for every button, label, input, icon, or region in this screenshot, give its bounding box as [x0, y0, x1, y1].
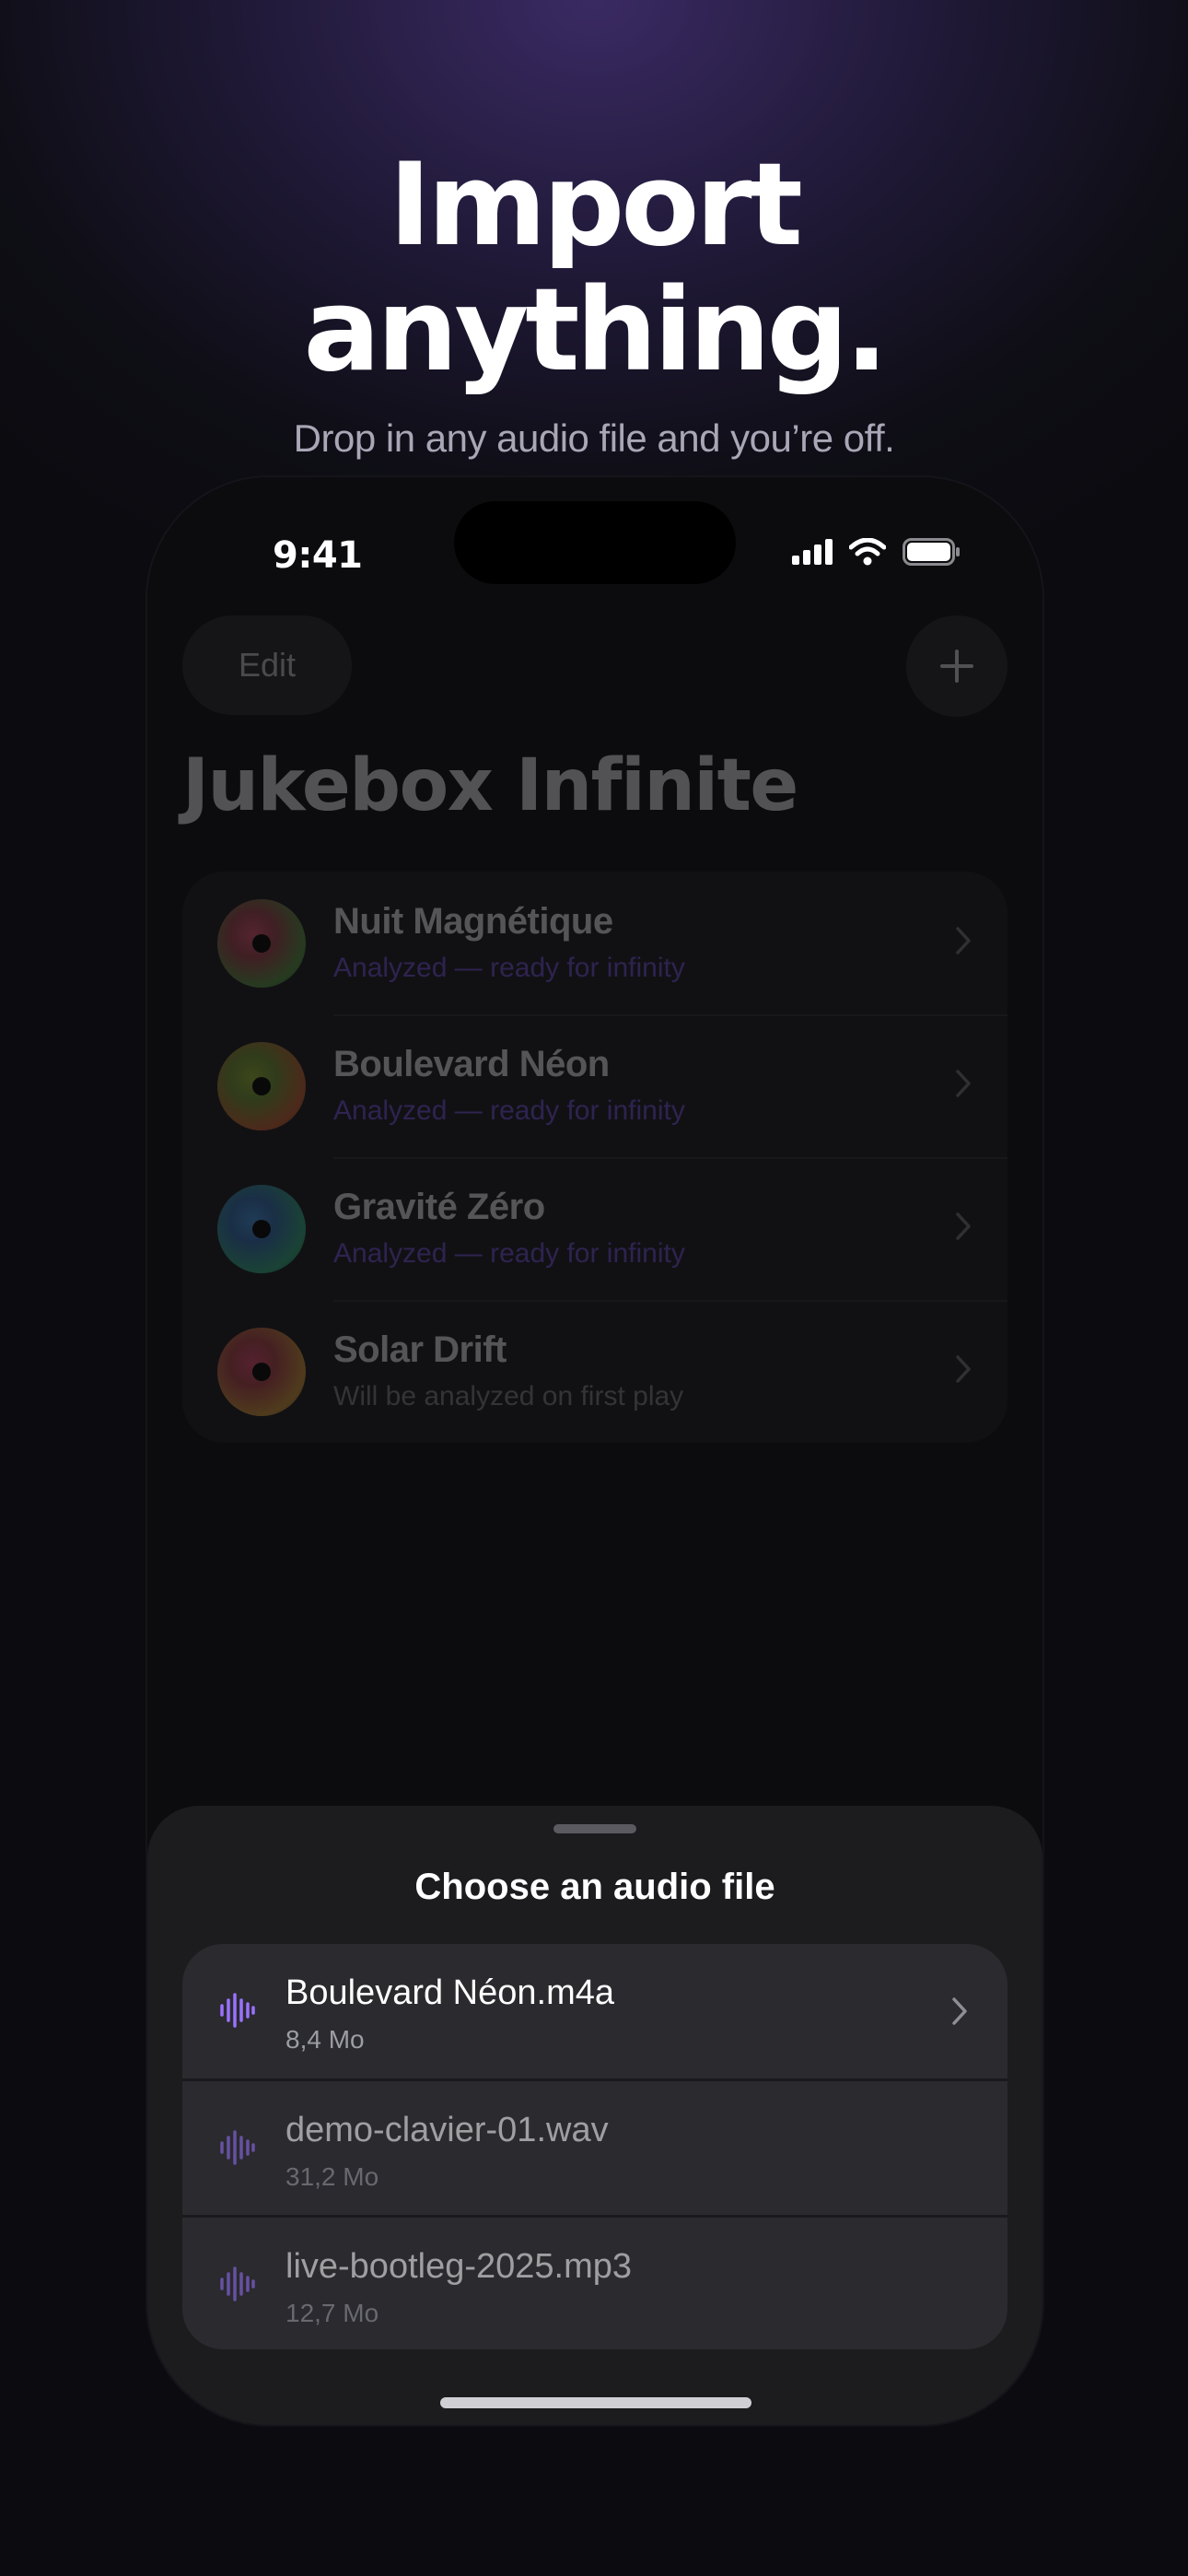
file-list: Boulevard Néon.m4a 8,4 Mo demo-clavier-0…: [182, 1944, 1007, 2349]
phone-frame: 9:41 Edit Jukebox Infinite Nuit Magnétiq…: [147, 477, 1042, 2425]
add-button[interactable]: [906, 615, 1007, 717]
audio-waveform-icon: [220, 2130, 255, 2165]
file-row[interactable]: demo-clavier-01.wav 31,2 Mo: [182, 2081, 1007, 2217]
album-disc-icon: [217, 1042, 306, 1130]
track-status: Analyzed — ready for infinity: [333, 1238, 685, 1269]
headline-line-2: anything.: [303, 264, 889, 397]
file-name: demo-clavier-01.wav: [285, 2111, 609, 2149]
track-title: Boulevard Néon: [333, 1044, 610, 1084]
chevron-right-icon: [952, 1997, 967, 2025]
file-row[interactable]: live-bootleg-2025.mp3 12,7 Mo: [182, 2218, 1007, 2349]
track-status: Analyzed — ready for infinity: [333, 1095, 685, 1126]
app-title: Jukebox Infinite: [182, 744, 798, 827]
cellular-signal-icon: [792, 539, 833, 565]
chevron-right-icon: [956, 1355, 971, 1383]
track-row[interactable]: Solar Drift Will be analyzed on first pl…: [182, 1300, 1007, 1443]
file-name: live-bootleg-2025.mp3: [285, 2247, 633, 2286]
sheet-grabber[interactable]: [553, 1824, 636, 1833]
chevron-right-icon: [956, 927, 971, 954]
sheet-title: Choose an audio file: [414, 1867, 775, 1907]
file-size: 12,7 Mo: [285, 2299, 379, 2327]
track-title: Nuit Magnétique: [333, 901, 613, 942]
file-name: Boulevard Néon.m4a: [285, 1973, 614, 2012]
promo-subtitle: Drop in any audio file and you’re off.: [293, 416, 895, 460]
audio-waveform-icon: [220, 1993, 255, 2028]
status-icons: [792, 538, 961, 566]
track-title: Gravité Zéro: [333, 1187, 545, 1227]
file-row[interactable]: Boulevard Néon.m4a 8,4 Mo: [182, 1944, 1007, 2079]
album-disc-icon: [217, 1185, 306, 1273]
track-row[interactable]: Boulevard Néon Analyzed — ready for infi…: [182, 1014, 1007, 1157]
track-status: Will be analyzed on first play: [333, 1381, 684, 1411]
chevron-right-icon: [956, 1212, 971, 1240]
file-picker-sheet: Choose an audio file Boulevard Néon.m4a …: [147, 1806, 1042, 2425]
track-list: Nuit Magnétique Analyzed — ready for inf…: [182, 872, 1007, 1443]
headline-line-1: Import: [389, 139, 803, 272]
track-row[interactable]: Gravité Zéro Analyzed — ready for infini…: [182, 1157, 1007, 1300]
file-size: 8,4 Mo: [285, 2025, 365, 2054]
wifi-icon: [849, 538, 886, 566]
album-disc-icon: [217, 899, 306, 988]
audio-waveform-icon: [220, 2266, 255, 2301]
battery-icon: [903, 538, 960, 566]
album-disc-icon: [217, 1328, 306, 1416]
track-row[interactable]: Nuit Magnétique Analyzed — ready for inf…: [182, 872, 1007, 1014]
track-status: Analyzed — ready for infinity: [333, 953, 685, 983]
dynamic-island: [454, 501, 736, 584]
edit-button[interactable]: Edit: [182, 615, 352, 715]
home-indicator[interactable]: [440, 2397, 751, 2408]
status-time: 9:41: [273, 534, 363, 577]
plus-icon: [940, 650, 973, 683]
file-size: 31,2 Mo: [285, 2162, 379, 2191]
track-title: Solar Drift: [333, 1329, 507, 1370]
promo-headline: Import anything.: [0, 143, 1188, 393]
chevron-right-icon: [956, 1070, 971, 1097]
